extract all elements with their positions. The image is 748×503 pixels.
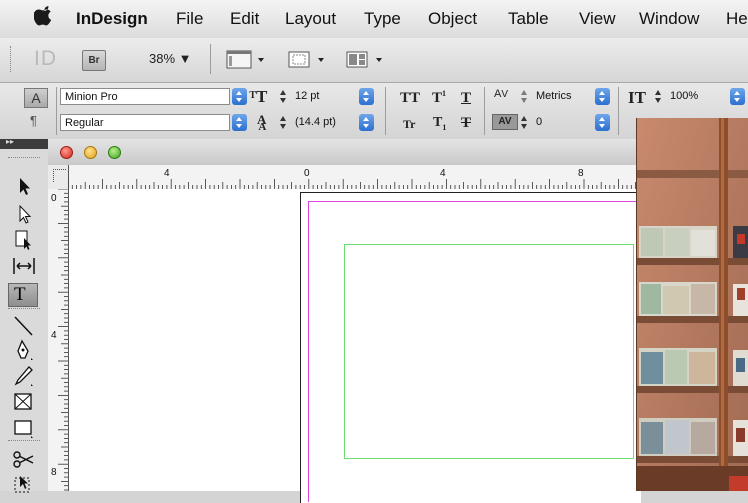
- superscript-button[interactable]: T1: [432, 89, 446, 107]
- pasteboard[interactable]: [69, 189, 649, 503]
- tracking-field[interactable]: 0: [532, 114, 592, 131]
- gap-tool-icon[interactable]: [10, 255, 38, 277]
- indesign-logo: ID: [34, 47, 57, 70]
- arrange-documents-icon[interactable]: [346, 50, 386, 70]
- leading-field[interactable]: (14.4 pt): [291, 114, 356, 131]
- underline-button[interactable]: T: [461, 90, 471, 107]
- pencil-tool-icon[interactable]: [10, 365, 38, 387]
- vertical-scale-stepper[interactable]: [654, 89, 663, 104]
- type-tool-icon: T: [14, 284, 26, 305]
- selection-tool-icon[interactable]: [10, 175, 38, 197]
- tracking-stepper[interactable]: [520, 115, 529, 130]
- ruler-label: 4: [51, 330, 57, 341]
- font-family-field[interactable]: Minion Pro: [60, 88, 230, 105]
- menu-view[interactable]: View: [579, 9, 616, 29]
- line-tool-icon[interactable]: [10, 315, 38, 337]
- ruler-origin[interactable]: [48, 165, 69, 189]
- small-caps-button[interactable]: Tr: [403, 117, 415, 132]
- bridge-button[interactable]: Br: [82, 50, 106, 71]
- menu-table[interactable]: Table: [508, 9, 549, 29]
- font-size-dropdown[interactable]: [359, 88, 374, 105]
- menu-window[interactable]: Window: [639, 9, 699, 29]
- text-frame[interactable]: [344, 244, 634, 459]
- menu-edit[interactable]: Edit: [230, 9, 259, 29]
- ruler-label: 4: [440, 168, 446, 179]
- zoom-light[interactable]: [108, 146, 121, 159]
- vertical-ruler[interactable]: 0 4 8: [48, 189, 69, 491]
- font-size-field[interactable]: 12 pt: [291, 88, 356, 105]
- rectangle-frame-tool-icon[interactable]: [10, 391, 38, 413]
- menu-type[interactable]: Type: [364, 9, 401, 29]
- view-options-icon[interactable]: [226, 50, 266, 70]
- font-style-field[interactable]: Regular: [60, 114, 230, 131]
- bookshelf-photo: [637, 118, 748, 491]
- strikethrough-button[interactable]: T: [461, 115, 471, 132]
- tools-panel-header[interactable]: ▸▸: [0, 137, 48, 149]
- document-title-bar: [48, 139, 638, 166]
- ruler-label: 8: [51, 467, 57, 478]
- direct-selection-tool-icon[interactable]: [10, 203, 38, 225]
- tools-panel: ▸▸ T: [0, 137, 49, 493]
- divider: [210, 44, 211, 74]
- tracking-icon: AV: [492, 114, 518, 130]
- menu-object[interactable]: Object: [428, 9, 477, 29]
- vertical-scale-dropdown[interactable]: [730, 88, 745, 105]
- bridge-label: Br: [88, 55, 100, 66]
- type-tool-selected[interactable]: T: [8, 283, 38, 307]
- leading-stepper[interactable]: [279, 115, 288, 130]
- page-tool-icon[interactable]: [10, 229, 38, 251]
- divider: [618, 87, 619, 135]
- kerning-field[interactable]: Metrics: [532, 88, 592, 105]
- all-caps-button[interactable]: TT: [400, 90, 420, 107]
- divider: [56, 87, 57, 135]
- menu-bar: InDesign File Edit Layout Type Object Ta…: [0, 0, 748, 39]
- overlay-photo: [636, 118, 748, 491]
- tracking-dropdown[interactable]: [595, 114, 610, 131]
- font-style-dropdown[interactable]: [232, 114, 247, 131]
- kerning-icon: AV: [494, 88, 509, 100]
- free-transform-tool-icon[interactable]: [10, 473, 38, 495]
- scissors-tool-icon[interactable]: [10, 448, 38, 470]
- minimize-light[interactable]: [84, 146, 97, 159]
- menu-app-name[interactable]: InDesign: [76, 9, 148, 29]
- rectangle-tool-icon[interactable]: [10, 417, 38, 439]
- apple-icon[interactable]: [34, 5, 52, 27]
- vertical-scale-icon: IT: [628, 88, 646, 107]
- bar-grip[interactable]: [10, 46, 13, 72]
- menu-layout[interactable]: Layout: [285, 9, 336, 29]
- close-light[interactable]: [60, 146, 73, 159]
- leading-icon: AA: [257, 112, 267, 133]
- kerning-stepper[interactable]: [520, 89, 529, 104]
- horizontal-ruler-ticks: [68, 179, 636, 189]
- ruler-label: 4: [164, 168, 170, 179]
- kerning-dropdown[interactable]: [595, 88, 610, 105]
- font-size-icon: TT: [249, 87, 268, 106]
- font-family-dropdown[interactable]: [232, 88, 247, 105]
- ruler-label: 0: [304, 168, 310, 179]
- vertical-scale-field[interactable]: 100%: [666, 88, 724, 105]
- divider: [385, 87, 386, 135]
- zoom-level[interactable]: 38% ▼: [149, 51, 192, 66]
- paragraph-formatting-toggle[interactable]: ¶: [30, 113, 37, 128]
- subscript-button[interactable]: T1: [433, 115, 446, 132]
- ruler-label: 0: [51, 193, 57, 204]
- font-size-stepper[interactable]: [279, 89, 288, 104]
- menu-help[interactable]: He: [726, 9, 748, 29]
- screen-mode-icon[interactable]: [288, 50, 328, 70]
- divider: [484, 87, 485, 135]
- pen-tool-icon[interactable]: [10, 339, 38, 361]
- ruler-label: 8: [578, 168, 584, 179]
- horizontal-ruler[interactable]: 4 0 4 8: [48, 165, 638, 190]
- character-formatting-toggle[interactable]: A: [24, 88, 48, 108]
- tools-grip[interactable]: [8, 157, 40, 160]
- menu-file[interactable]: File: [176, 9, 203, 29]
- leading-dropdown[interactable]: [359, 114, 374, 131]
- application-bar: ID Br 38% ▼: [0, 38, 748, 83]
